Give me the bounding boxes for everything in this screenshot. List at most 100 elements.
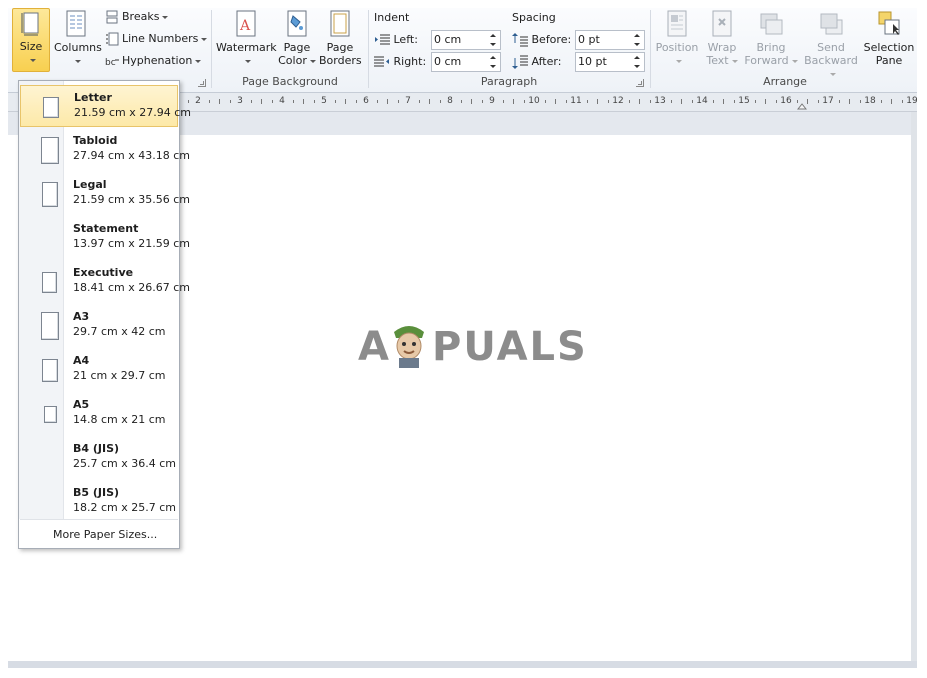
ruler-tick <box>639 99 640 104</box>
more-paper-sizes-item[interactable]: More Paper Sizes... <box>53 528 157 541</box>
paper-size-item[interactable]: Tabloid 27.94 cm x 43.18 cm <box>20 129 190 171</box>
chevron-down-icon <box>195 59 202 63</box>
page-color-label-2: Color <box>278 54 307 67</box>
spin-arrows-icon[interactable] <box>490 55 497 69</box>
page-borders-label-1: Page <box>326 41 354 54</box>
paper-size-name: A5 <box>73 398 90 411</box>
breaks-button[interactable]: Breaks <box>105 8 169 26</box>
chevron-down-icon <box>74 59 81 63</box>
ruler-number: 11 <box>570 96 582 106</box>
ruler-tick <box>471 99 472 104</box>
bring-forward-icon <box>760 13 783 35</box>
paper-size-item[interactable]: Statement 13.97 cm x 21.59 cm <box>20 217 190 259</box>
right-indent-marker-icon[interactable] <box>797 102 807 110</box>
paper-page-icon <box>44 406 57 423</box>
status-bar <box>8 661 917 668</box>
spin-arrows-icon[interactable] <box>634 55 641 69</box>
page-borders-label-2: Borders <box>319 54 362 67</box>
indent-right-input[interactable]: 0 cm <box>431 52 501 72</box>
indent-left-input[interactable]: 0 cm <box>431 30 501 50</box>
ruler-tick <box>209 100 210 103</box>
ruler-tick <box>692 100 693 103</box>
position-button[interactable]: Position <box>654 8 700 67</box>
ruler-number: 18 <box>864 96 876 106</box>
arrange-group-label: Arrange <box>763 75 807 88</box>
position-label: Position <box>655 41 699 54</box>
ruler-number: 16 <box>780 96 792 106</box>
paper-size-name: Letter <box>74 91 112 104</box>
indent-left-icon <box>375 34 390 45</box>
line-numbers-label: Line Numbers <box>122 32 199 45</box>
paper-size-item[interactable]: B4 (JIS) 25.7 cm x 36.4 cm <box>20 437 178 479</box>
ruler-number: 9 <box>489 96 495 106</box>
paragraph-dialog-launcher[interactable] <box>636 79 644 87</box>
ruler-tick <box>849 99 850 104</box>
ruler-number: 5 <box>321 96 327 106</box>
ruler-tick <box>650 100 651 103</box>
paper-size-dimensions: 25.7 cm x 36.4 cm <box>73 457 177 470</box>
ruler-tick <box>356 100 357 103</box>
paper-page-icon <box>42 182 58 207</box>
ruler-tick <box>293 100 294 103</box>
ruler-number: 12 <box>612 96 624 106</box>
spin-arrows-icon[interactable] <box>490 33 497 47</box>
paper-size-item[interactable]: A3 29.7 cm x 42 cm <box>20 305 178 347</box>
ruler-tick <box>461 100 462 103</box>
page-color-button[interactable]: Page Color <box>278 8 316 67</box>
group-separator <box>650 10 651 88</box>
page-setup-dialog-launcher[interactable] <box>198 79 206 87</box>
ruler-tick <box>629 100 630 103</box>
ruler-tick <box>261 99 262 104</box>
ruler-tick <box>608 100 609 103</box>
spin-arrows-icon[interactable] <box>634 33 641 47</box>
spacing-after-input[interactable]: 10 pt <box>575 52 645 72</box>
selection-pane-icon <box>878 11 900 35</box>
indent-left-row: Left: <box>374 30 418 50</box>
ruler-tick <box>671 100 672 103</box>
selection-pane-button[interactable]: Selection Pane <box>863 8 915 67</box>
ruler-tick <box>597 99 598 104</box>
ruler-tick <box>230 100 231 103</box>
ruler-number: 6 <box>363 96 369 106</box>
wrap-text-icon <box>712 10 732 37</box>
watermark-label: Watermark <box>216 41 277 54</box>
ruler-number: 3 <box>237 96 243 106</box>
columns-button[interactable]: Columns <box>54 8 102 67</box>
send-backward-icon <box>820 13 843 35</box>
paper-size-item[interactable]: Letter 21.59 cm x 27.94 cm <box>20 85 191 127</box>
size-button[interactable]: Size <box>12 8 50 72</box>
spacing-before-input[interactable]: 0 pt <box>575 30 645 50</box>
wrap-text-label-1: Wrap <box>707 41 737 54</box>
ruler-tick <box>188 100 189 103</box>
paper-size-name: Legal <box>73 178 107 191</box>
ruler-number: 15 <box>738 96 750 106</box>
page-borders-button[interactable]: Page Borders <box>319 8 362 67</box>
wrap-text-button[interactable]: Wrap Text <box>702 8 742 67</box>
paper-size-item[interactable]: Legal 21.59 cm x 35.56 cm <box>20 173 190 215</box>
watermark-text-right: PUALS <box>432 324 588 370</box>
paper-size-item[interactable]: A4 21 cm x 29.7 cm <box>20 349 178 391</box>
paper-size-item[interactable]: A5 14.8 cm x 21 cm <box>20 393 178 435</box>
paper-size-item[interactable]: Executive 18.41 cm x 26.67 cm <box>20 261 190 303</box>
bring-forward-button[interactable]: Bring Forward <box>744 8 798 67</box>
watermark-button[interactable]: A Watermark <box>216 8 277 67</box>
ruler-tick <box>555 99 556 104</box>
indent-left-value: 0 cm <box>434 33 462 46</box>
ruler-tick <box>219 99 220 104</box>
menu-separator <box>20 519 178 520</box>
paper-size-name: Tabloid <box>73 134 118 147</box>
chevron-down-icon <box>162 15 169 19</box>
columns-icon <box>66 10 86 37</box>
ruler-tick <box>503 100 504 103</box>
ruler-tick <box>765 99 766 104</box>
ruler-number: 19 <box>906 96 917 106</box>
hyphenation-button[interactable]: bc Hyphenation <box>105 52 202 70</box>
send-backward-button[interactable]: Send Backward <box>800 8 862 80</box>
vertical-scrollbar[interactable] <box>911 112 917 661</box>
indent-left-label: Left: <box>393 33 418 46</box>
paper-page-icon <box>41 137 59 164</box>
ruler-tick <box>713 100 714 103</box>
line-numbers-button[interactable]: Line Numbers <box>105 30 208 48</box>
appuals-mascot-icon <box>394 326 424 368</box>
paper-size-item[interactable]: B5 (JIS) 18.2 cm x 25.7 cm <box>20 481 178 523</box>
